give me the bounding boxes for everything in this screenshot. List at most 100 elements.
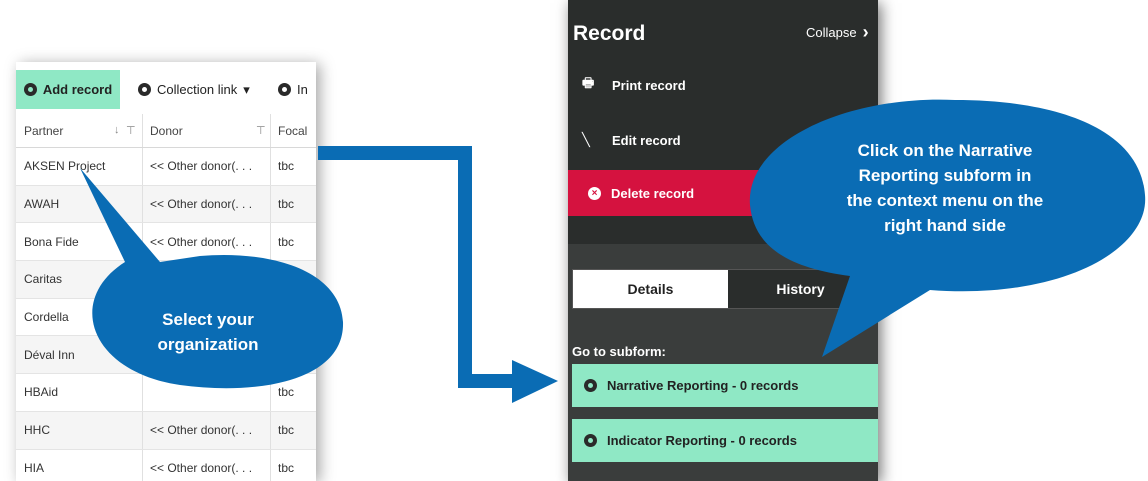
indicator-reporting-label: Indicator Reporting - 0 records <box>607 433 797 448</box>
collection-link-button[interactable]: Collection link ▾ <box>138 70 250 109</box>
record-panel-title: Record <box>573 22 646 45</box>
add-record-button[interactable]: Add record <box>16 70 120 109</box>
table-row[interactable]: AWAH << Other donor(. . . tbc <box>16 185 316 224</box>
indicator-reporting-subform[interactable]: Indicator Reporting - 0 records <box>572 419 878 462</box>
import-label: In <box>297 82 308 97</box>
cell-focal: tbc <box>278 423 295 438</box>
import-icon <box>278 83 291 96</box>
cell-focal: tbc <box>278 197 295 212</box>
column-divider <box>270 148 271 185</box>
delete-circle-icon: × <box>588 186 601 200</box>
cell-donor: << Other donor(. . . <box>150 423 253 438</box>
import-button[interactable]: In <box>278 70 308 109</box>
cell-donor <box>150 261 270 298</box>
cell-partner: Bona Fide <box>24 234 79 249</box>
filter-icon[interactable]: ⊤ <box>126 124 136 137</box>
link-icon <box>138 83 151 96</box>
table-row[interactable]: Cordella <box>16 298 316 337</box>
collapse-button[interactable]: Collapse › <box>806 22 869 43</box>
narrative-reporting-subform[interactable]: Narrative Reporting - 0 records <box>572 364 878 407</box>
cell-donor <box>150 299 270 336</box>
column-divider <box>270 114 271 147</box>
narrative-reporting-label: Narrative Reporting - 0 records <box>607 378 799 393</box>
column-divider <box>142 374 143 411</box>
tab-details[interactable]: Details <box>573 270 728 308</box>
edit-record-button[interactable]: ╲ Edit record <box>568 118 878 162</box>
sort-down-icon[interactable]: ↓ <box>114 124 120 136</box>
column-header-partner[interactable]: Partner <box>24 114 142 147</box>
column-divider <box>270 261 271 298</box>
delete-record-button[interactable]: × Delete record <box>568 170 878 216</box>
cell-donor: << Other donor(. . . <box>150 234 253 249</box>
cell-partner: HIA <box>24 460 45 475</box>
chevron-down-icon: ▾ <box>243 81 250 97</box>
tab-history[interactable]: History <box>728 270 873 308</box>
chevron-right-icon: › <box>862 22 869 42</box>
record-tabs: Details History <box>572 269 874 309</box>
cell-focal: tbc <box>278 159 295 174</box>
filter-icon[interactable]: ⊤ <box>256 124 266 137</box>
column-divider <box>142 449 143 481</box>
column-header-focal[interactable]: Focal <box>278 114 316 147</box>
cell-partner: HBAid <box>24 385 59 400</box>
print-record-label: Print record <box>612 77 686 93</box>
table-row[interactable]: Caritas tbc <box>16 261 316 299</box>
table-row[interactable]: HIA << Other donor(. . . tbc <box>16 449 316 481</box>
column-divider <box>270 223 271 261</box>
goto-subform-label: Go to subform: <box>572 344 666 359</box>
table-row[interactable]: Bona Fide << Other donor(. . . tbc <box>16 223 316 262</box>
records-table-panel: Add record Collection link ▾ In Partner … <box>16 62 316 481</box>
column-divider <box>142 298 143 336</box>
cell-donor <box>150 336 270 373</box>
column-divider <box>142 336 143 374</box>
plus-circle-icon <box>23 83 37 96</box>
table-toolbar: Add record Collection link ▾ In <box>16 62 316 114</box>
collapse-label: Collapse <box>806 25 857 40</box>
cell-partner: Caritas <box>24 272 63 287</box>
arrow-head-icon <box>512 360 558 403</box>
cell-partner: AKSEN Project <box>24 159 106 174</box>
cell-partner: HHC <box>24 423 50 438</box>
arrow-circle-icon <box>584 434 597 447</box>
cell-partner: AWAH <box>24 197 60 212</box>
collection-link-label: Collection link <box>157 82 238 97</box>
table-row[interactable]: HHC << Other donor(. . . tbc <box>16 411 316 450</box>
column-header-donor[interactable]: Donor <box>150 114 270 147</box>
column-divider <box>270 449 271 481</box>
cell-focal: tbc <box>278 460 295 475</box>
column-divider <box>142 185 143 223</box>
cell-focal: tbc <box>278 272 295 287</box>
pencil-icon: ╲ <box>582 132 590 147</box>
cell-focal: tbc <box>278 234 295 249</box>
table-row[interactable]: Déval Inn <box>16 336 316 375</box>
add-record-label: Add record <box>42 82 113 97</box>
column-divider <box>142 148 143 185</box>
record-side-panel: Record Collapse › 🖶 Print record ╲ Edit … <box>568 0 878 481</box>
cell-donor <box>150 374 270 411</box>
print-record-button[interactable]: 🖶 Print record <box>568 63 878 107</box>
delete-record-label: Delete record <box>611 185 695 201</box>
column-divider <box>142 261 143 298</box>
column-divider <box>270 298 271 336</box>
table-row[interactable]: AKSEN Project << Other donor(. . . tbc <box>16 148 316 186</box>
table-row[interactable]: HBAid tbc <box>16 374 316 412</box>
records-grid: Partner ↓ ⊤ Donor ⊤ Focal AKSEN Project … <box>16 114 316 481</box>
column-divider <box>270 336 271 374</box>
cell-donor: << Other donor(. . . <box>150 159 253 174</box>
cell-partner: Déval Inn <box>24 347 75 362</box>
column-divider <box>142 114 143 147</box>
column-divider <box>142 223 143 261</box>
cell-focal <box>278 336 316 373</box>
cell-focal: tbc <box>278 385 295 400</box>
column-divider <box>270 374 271 411</box>
connector-line <box>318 146 522 388</box>
edit-record-label: Edit record <box>612 132 681 148</box>
cell-partner: Cordella <box>24 310 69 325</box>
column-divider <box>270 411 271 449</box>
arrow-circle-icon <box>584 379 597 392</box>
cell-donor: << Other donor(. . . <box>150 460 253 475</box>
column-divider <box>142 411 143 449</box>
printer-icon: 🖶 <box>582 75 595 90</box>
cell-donor: << Other donor(. . . <box>150 197 253 212</box>
column-divider <box>270 185 271 223</box>
